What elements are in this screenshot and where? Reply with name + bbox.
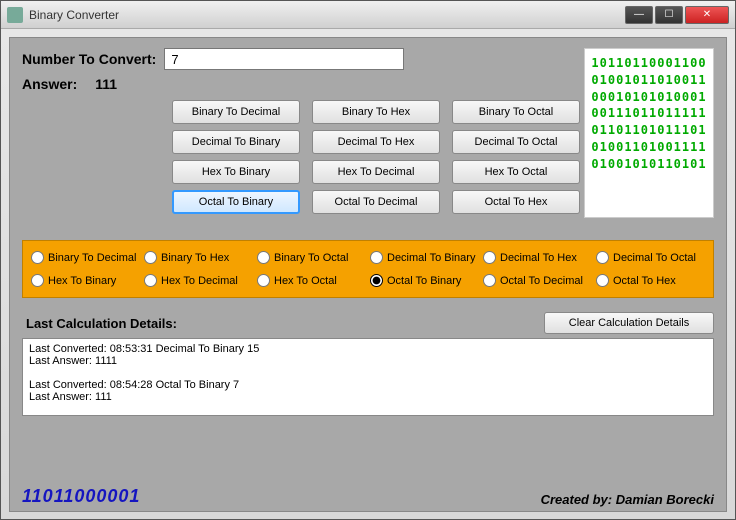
convert-button-decimal-to-octal[interactable]: Decimal To Octal bbox=[452, 130, 580, 154]
convert-button-binary-to-octal[interactable]: Binary To Octal bbox=[452, 100, 580, 124]
radio-decimal-to-octal[interactable]: Decimal To Octal bbox=[596, 251, 705, 264]
radio-label: Hex To Decimal bbox=[161, 275, 238, 287]
radio-binary-to-hex[interactable]: Binary To Hex bbox=[144, 251, 253, 264]
radio-label: Hex To Binary bbox=[48, 275, 116, 287]
app-icon bbox=[7, 7, 23, 23]
window-title: Binary Converter bbox=[29, 8, 625, 22]
convert-button-decimal-to-binary[interactable]: Decimal To Binary bbox=[172, 130, 300, 154]
convert-button-hex-to-octal[interactable]: Hex To Octal bbox=[452, 160, 580, 184]
window-controls: — ☐ ✕ bbox=[625, 6, 729, 24]
details-header: Last Calculation Details: Clear Calculat… bbox=[22, 312, 714, 334]
radio-input[interactable] bbox=[370, 251, 383, 264]
convert-button-octal-to-hex[interactable]: Octal To Hex bbox=[452, 190, 580, 214]
radio-label: Decimal To Hex bbox=[500, 252, 577, 264]
radio-input[interactable] bbox=[596, 274, 609, 287]
calculation-log[interactable]: Last Converted: 08:53:31 Decimal To Bina… bbox=[22, 338, 714, 416]
radio-input[interactable] bbox=[144, 251, 157, 264]
radio-row: Hex To Binary Hex To Decimal Hex To Octal O… bbox=[31, 274, 705, 287]
radio-label: Binary To Octal bbox=[274, 252, 348, 264]
convert-button-binary-to-hex[interactable]: Binary To Hex bbox=[312, 100, 440, 124]
convert-button-hex-to-binary[interactable]: Hex To Binary bbox=[172, 160, 300, 184]
app-window: Binary Converter — ☐ ✕ Number To Convert… bbox=[0, 0, 736, 520]
radio-decimal-to-hex[interactable]: Decimal To Hex bbox=[483, 251, 592, 264]
radio-input[interactable] bbox=[257, 251, 270, 264]
radio-input[interactable] bbox=[257, 274, 270, 287]
radio-input[interactable] bbox=[144, 274, 157, 287]
answer-value: 111 bbox=[95, 76, 117, 92]
titlebar: Binary Converter — ☐ ✕ bbox=[1, 1, 735, 29]
radio-label: Octal To Hex bbox=[613, 275, 676, 287]
footer-binary: 11011000001 bbox=[22, 486, 140, 507]
convert-button-binary-to-decimal[interactable]: Binary To Decimal bbox=[172, 100, 300, 124]
convert-button-decimal-to-hex[interactable]: Decimal To Hex bbox=[312, 130, 440, 154]
radio-panel: Binary To Decimal Binary To Hex Binary To … bbox=[22, 240, 714, 298]
radio-label: Decimal To Binary bbox=[387, 252, 475, 264]
convert-button-octal-to-binary[interactable]: Octal To Binary bbox=[172, 190, 300, 214]
radio-octal-to-decimal[interactable]: Octal To Decimal bbox=[483, 274, 592, 287]
convert-button-octal-to-decimal[interactable]: Octal To Decimal bbox=[312, 190, 440, 214]
radio-row: Binary To Decimal Binary To Hex Binary To … bbox=[31, 251, 705, 264]
details-label: Last Calculation Details: bbox=[22, 316, 544, 331]
close-button[interactable]: ✕ bbox=[685, 6, 729, 24]
radio-decimal-to-binary[interactable]: Decimal To Binary bbox=[370, 251, 479, 264]
minimize-button[interactable]: — bbox=[625, 6, 653, 24]
input-label: Number To Convert: bbox=[22, 51, 156, 67]
radio-input[interactable] bbox=[31, 251, 44, 264]
radio-hex-to-binary[interactable]: Hex To Binary bbox=[31, 274, 140, 287]
footer-credit: Created by: Damian Borecki bbox=[541, 492, 714, 507]
radio-input[interactable] bbox=[483, 251, 496, 264]
radio-octal-to-hex[interactable]: Octal To Hex bbox=[596, 274, 705, 287]
radio-label: Binary To Hex bbox=[161, 252, 229, 264]
convert-button-hex-to-decimal[interactable]: Hex To Decimal bbox=[312, 160, 440, 184]
binary-decoration: 10110110001100 01001011010011 0001010101… bbox=[584, 48, 714, 218]
radio-input[interactable] bbox=[596, 251, 609, 264]
radio-label: Octal To Binary bbox=[387, 275, 461, 287]
radio-hex-to-octal[interactable]: Hex To Octal bbox=[257, 274, 366, 287]
answer-label: Answer: bbox=[22, 76, 77, 92]
footer: 11011000001 Created by: Damian Borecki bbox=[22, 486, 714, 507]
radio-label: Binary To Decimal bbox=[48, 252, 136, 264]
clear-details-button[interactable]: Clear Calculation Details bbox=[544, 312, 714, 334]
radio-input[interactable] bbox=[31, 274, 44, 287]
radio-binary-to-octal[interactable]: Binary To Octal bbox=[257, 251, 366, 264]
conversion-button-grid: Binary To Decimal Binary To Hex Binary To … bbox=[172, 100, 580, 214]
radio-label: Hex To Octal bbox=[274, 275, 337, 287]
radio-octal-to-binary[interactable]: Octal To Binary bbox=[370, 274, 479, 287]
radio-input[interactable] bbox=[370, 274, 383, 287]
radio-label: Decimal To Octal bbox=[613, 252, 696, 264]
radio-binary-to-decimal[interactable]: Binary To Decimal bbox=[31, 251, 140, 264]
content-area: Number To Convert: Answer: 111 Binary To… bbox=[9, 37, 727, 512]
radio-label: Octal To Decimal bbox=[500, 275, 583, 287]
maximize-button[interactable]: ☐ bbox=[655, 6, 683, 24]
number-input[interactable] bbox=[164, 48, 404, 70]
radio-input[interactable] bbox=[483, 274, 496, 287]
radio-hex-to-decimal[interactable]: Hex To Decimal bbox=[144, 274, 253, 287]
